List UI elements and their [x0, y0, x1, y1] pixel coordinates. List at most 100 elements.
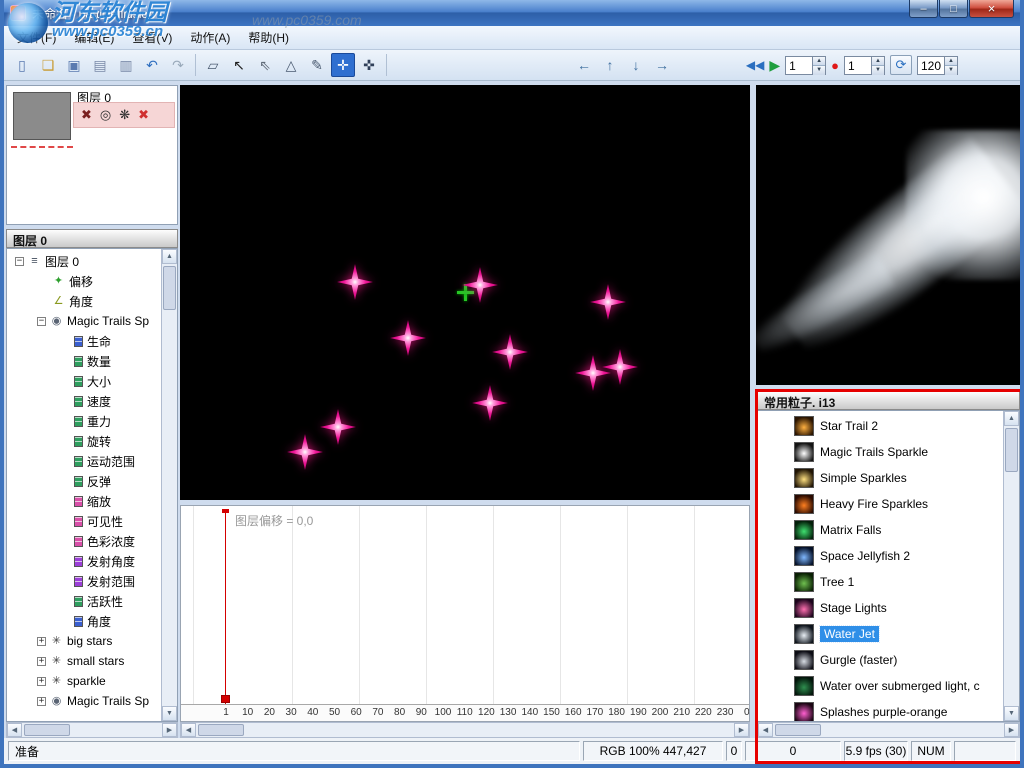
expand-toggle-icon[interactable]: +	[37, 696, 46, 706]
minimize-button[interactable]: –	[909, 0, 938, 18]
scroll-track[interactable]	[22, 723, 162, 737]
save-all-button[interactable]: ▤	[88, 53, 112, 77]
loop-button[interactable]: ⟳	[889, 55, 912, 75]
library-item[interactable]: Simple Sparkles	[758, 465, 1003, 491]
tree-item[interactable]: 生命	[7, 331, 161, 351]
library-item[interactable]: Splashes purple-orange	[758, 699, 1003, 721]
library-item[interactable]: Stage Lights	[758, 595, 1003, 621]
scroll-up-icon[interactable]: ▲	[1004, 411, 1019, 426]
end-frame-spinner[interactable]: 120 ▲ ▼	[916, 55, 958, 75]
spin-up-icon[interactable]: ▲	[813, 56, 826, 66]
library-vscrollbar[interactable]: ▲ ▼	[1003, 411, 1019, 721]
expand-toggle-icon[interactable]: +	[37, 676, 46, 686]
scroll-down-icon[interactable]: ▼	[162, 706, 177, 721]
tree-item[interactable]: 运动范围	[7, 451, 161, 471]
record-button[interactable]: ●	[831, 58, 839, 73]
scroll-right-icon[interactable]: ▶	[162, 723, 177, 737]
menu-item-5[interactable]: 帮助(H)	[239, 26, 298, 49]
tree-item[interactable]: 缩放	[7, 491, 161, 511]
library-button[interactable]: ▥	[114, 53, 138, 77]
library-item[interactable]: Water Jet	[758, 621, 1003, 647]
spin-up-icon[interactable]: ▲	[945, 56, 957, 66]
scroll-right-icon[interactable]: ▶	[1004, 723, 1019, 737]
scroll-left-icon[interactable]: ◀	[181, 723, 196, 737]
layer-flag-target-icon[interactable]: ◎	[100, 107, 111, 123]
scroll-thumb[interactable]	[775, 724, 821, 736]
select-tool-button[interactable]: ↖	[227, 53, 251, 77]
tree-item[interactable]: 反弹	[7, 471, 161, 491]
scroll-left-icon[interactable]: ◀	[7, 723, 22, 737]
layer-flag-x1-icon[interactable]: ✖	[81, 107, 92, 123]
tree-item[interactable]: 可见性	[7, 511, 161, 531]
stage-canvas[interactable]	[180, 85, 750, 500]
expand-toggle-icon[interactable]: −	[37, 316, 46, 326]
menu-item-3[interactable]: 查看(V)	[123, 26, 181, 49]
tree-item[interactable]: 数量	[7, 351, 161, 371]
undo-button[interactable]: ↶	[140, 53, 164, 77]
title-bar[interactable]: 未命名 - particleIllusion – □ ×	[4, 0, 1020, 26]
save-button[interactable]: ▣	[62, 53, 86, 77]
tree-item[interactable]: ✦ 偏移	[7, 271, 161, 291]
library-item[interactable]: Magic Trails Sparkle	[758, 439, 1003, 465]
scroll-track[interactable]	[1004, 426, 1019, 706]
scroll-up-icon[interactable]: ▲	[162, 249, 177, 264]
layer-flag-flower-icon[interactable]: ❋	[119, 107, 130, 123]
library-item[interactable]: Matrix Falls	[758, 517, 1003, 543]
tree-item[interactable]: 旋转	[7, 431, 161, 451]
play-button[interactable]: ▶	[769, 57, 780, 74]
spin-down-icon[interactable]: ▼	[813, 65, 826, 75]
tree-item[interactable]: 发射范围	[7, 571, 161, 591]
library-item[interactable]: Star Trail 2	[758, 413, 1003, 439]
current-frame-spinner[interactable]: 1 ▲ ▼	[843, 55, 885, 75]
timeline-cursor-marker[interactable]	[221, 695, 230, 703]
stage-tool-button[interactable]: ▱	[201, 53, 225, 77]
tree-item[interactable]: ∠ 角度	[7, 291, 161, 311]
tree-item[interactable]: + ◉ Magic Trails Sp	[7, 691, 161, 711]
spin-down-icon[interactable]: ▼	[945, 65, 957, 75]
scroll-down-icon[interactable]: ▼	[1004, 706, 1019, 721]
library-item[interactable]: Space Jellyfish 2	[758, 543, 1003, 569]
new-button[interactable]: ▯	[10, 53, 34, 77]
tree-item[interactable]: 重力	[7, 411, 161, 431]
scroll-thumb[interactable]	[24, 724, 70, 736]
spinner-arrows[interactable]: ▲ ▼	[944, 56, 957, 75]
spin-down-icon[interactable]: ▼	[871, 65, 884, 75]
start-frame-spinner[interactable]: 1 ▲ ▼	[785, 55, 827, 75]
library-item[interactable]: Heavy Fire Sparkles	[758, 491, 1003, 517]
expand-toggle-icon[interactable]: +	[37, 636, 46, 646]
nav-forward-button[interactable]: →	[650, 53, 674, 77]
library-hscrollbar[interactable]: ◀ ▶	[757, 722, 1020, 738]
left-panel-hscrollbar[interactable]: ◀ ▶	[6, 722, 178, 738]
tree-item[interactable]: 色彩浓度	[7, 531, 161, 551]
scroll-thumb[interactable]	[1005, 428, 1018, 472]
tree-item[interactable]: − ◉ Magic Trails Sp	[7, 311, 161, 331]
expand-toggle-icon[interactable]: −	[15, 256, 24, 266]
tree-item[interactable]: + ✳ big stars	[7, 631, 161, 651]
scroll-track[interactable]	[196, 723, 734, 737]
timeline-panel[interactable]: 图层偏移 = 0,0 1 10 20 30 40 50 60 70 80 90 100 110 120 1…	[180, 505, 750, 722]
scroll-left-icon[interactable]: ◀	[758, 723, 773, 737]
menu-item-4[interactable]: 动作(A)	[181, 26, 239, 49]
tree-item[interactable]: 活跃性	[7, 591, 161, 611]
layer-thumbnail[interactable]	[13, 92, 71, 140]
scroll-thumb[interactable]	[198, 724, 244, 736]
layer-flag-x2-icon[interactable]: ✖	[138, 107, 149, 123]
timeline-cursor[interactable]	[225, 509, 226, 704]
nav-down-button[interactable]: ↓	[624, 53, 648, 77]
scroll-track[interactable]	[162, 264, 177, 706]
tree-item[interactable]: 发射角度	[7, 551, 161, 571]
rewind-button[interactable]: ◀◀	[746, 58, 764, 72]
tree-vscrollbar[interactable]: ▲ ▼	[161, 249, 177, 721]
timeline-hscrollbar[interactable]: ◀ ▶	[180, 722, 750, 738]
tree-item[interactable]: − ≡ 图层 0	[7, 251, 161, 271]
maximize-button[interactable]: □	[939, 0, 968, 18]
tree-item[interactable]: + ✳ small stars	[7, 651, 161, 671]
polygon-tool-button[interactable]: △	[279, 53, 303, 77]
menu-item-1[interactable]: 文件(F)	[8, 26, 65, 49]
close-button[interactable]: ×	[969, 0, 1014, 18]
library-item[interactable]: Gurgle (faster)	[758, 647, 1003, 673]
timeline-track[interactable]	[181, 506, 749, 704]
transform-tool-button[interactable]: ✜	[357, 53, 381, 77]
redo-button[interactable]: ↷	[166, 53, 190, 77]
spin-up-icon[interactable]: ▲	[871, 56, 884, 66]
